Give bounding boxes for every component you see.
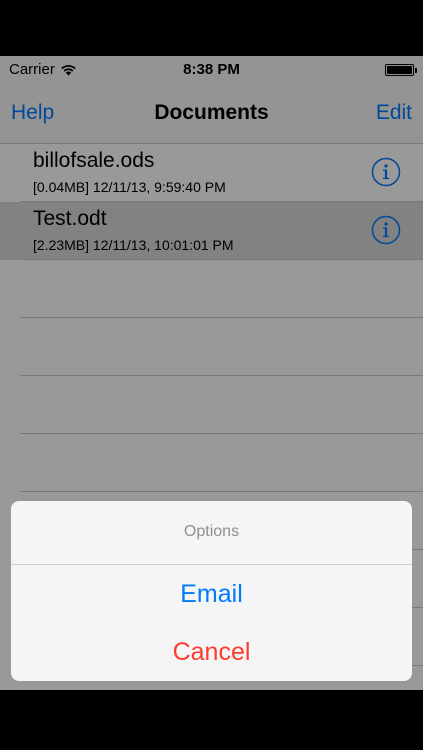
action-sheet: Options Email Cancel [11, 501, 412, 681]
action-sheet-title: Options [11, 501, 412, 565]
cancel-button[interactable]: Cancel [11, 623, 412, 681]
app-screen: Carrier 8:38 PM Help Documents Edit bill… [0, 0, 423, 690]
bottom-letterbox [0, 690, 423, 750]
email-button[interactable]: Email [11, 565, 412, 623]
